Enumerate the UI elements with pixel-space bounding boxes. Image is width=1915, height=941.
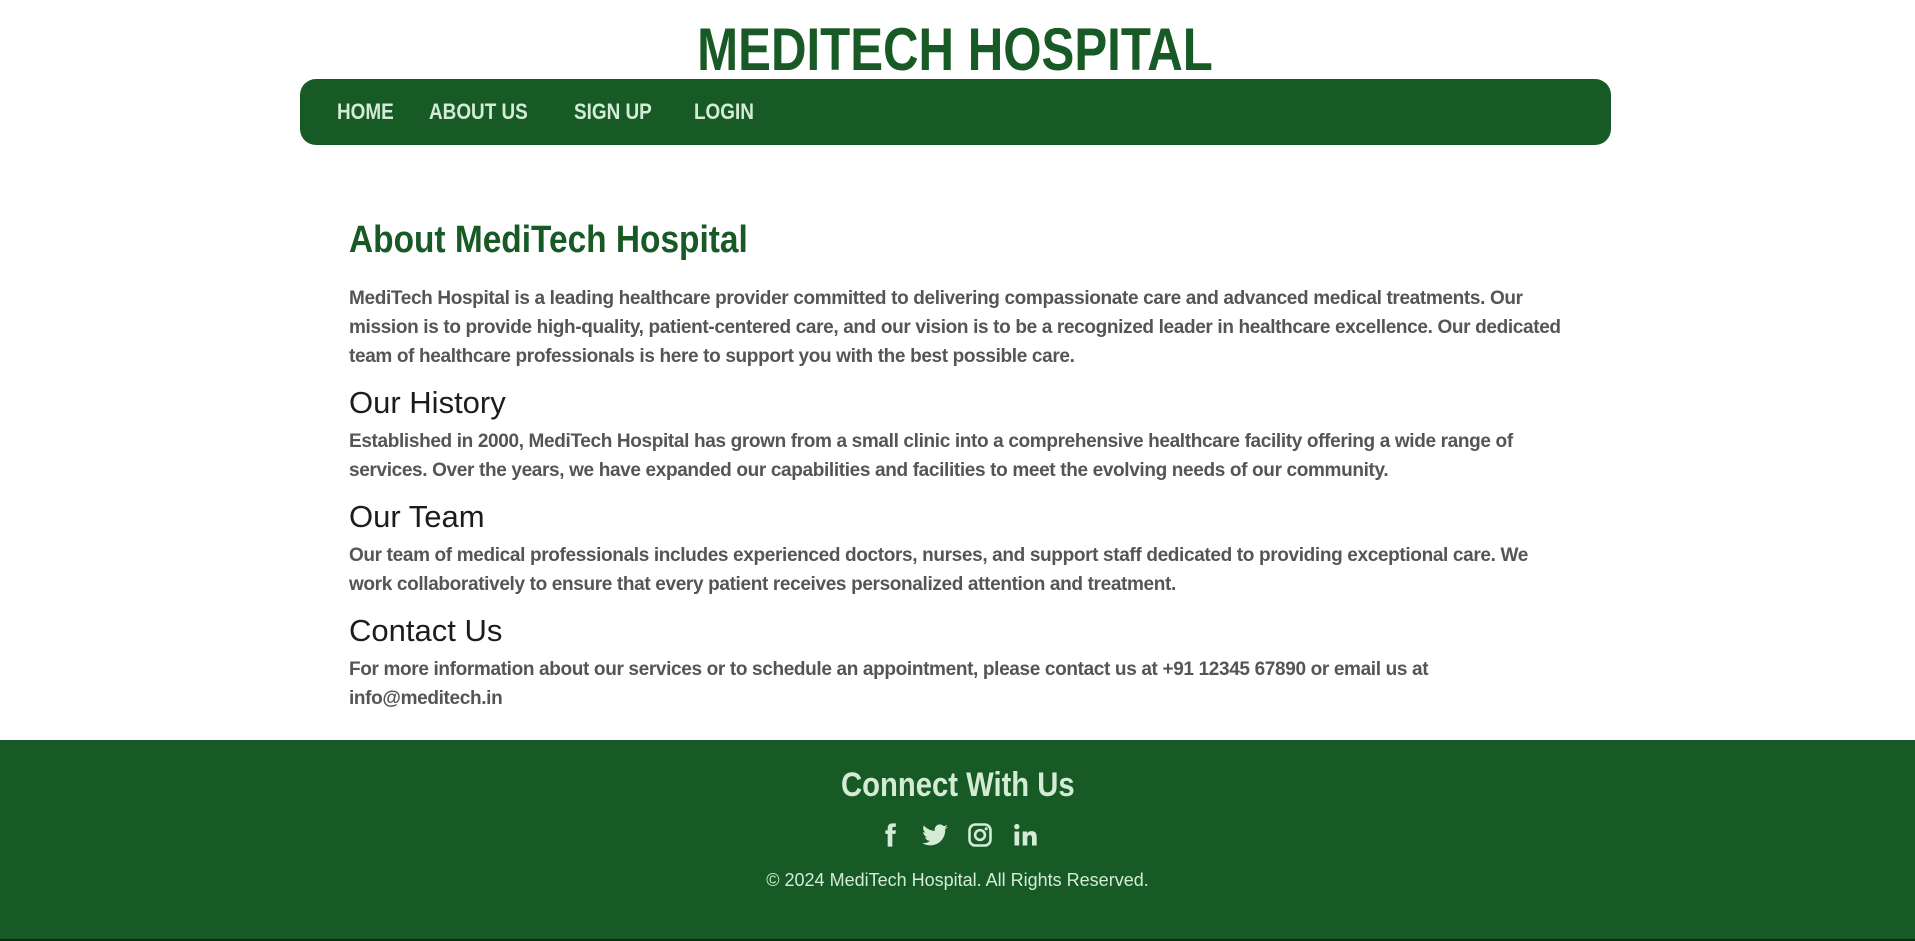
twitter-icon[interactable] [921, 821, 949, 849]
history-paragraph: Established in 2000, MediTech Hospital h… [349, 431, 1513, 481]
instagram-icon[interactable] [966, 821, 994, 849]
copyright-text: © 2024 MediTech Hospital. All Rights Res… [766, 870, 1149, 890]
site-title: MEDITECH HOSPITAL [697, 16, 1213, 83]
site-footer: Connect With Us © 2024 MediTech Hospital… [0, 740, 1915, 941]
nav-about-link[interactable]: ABOUT US [429, 99, 528, 125]
footer-title: Connect With Us [840, 766, 1075, 804]
about-content: About MediTech Hospital MediTech Hospita… [349, 210, 1569, 713]
nav-home-link[interactable]: HOME [337, 99, 394, 125]
history-heading: Our History [349, 385, 506, 420]
social-links [0, 821, 1915, 849]
linkedin-icon[interactable] [1011, 821, 1039, 849]
intro-paragraph: MediTech Hospital is a leading healthcar… [349, 288, 1561, 367]
nav-login-link[interactable]: LOGIN [694, 99, 754, 125]
team-heading: Our Team [349, 499, 485, 534]
main-navbar: HOME ABOUT US SIGN UP LOGIN [300, 79, 1611, 145]
facebook-icon[interactable] [876, 821, 904, 849]
contact-paragraph: For more information about our services … [349, 659, 1429, 709]
nav-signup-link[interactable]: SIGN UP [574, 99, 652, 125]
team-paragraph: Our team of medical professionals includ… [349, 545, 1528, 595]
page-title: About MediTech Hospital [349, 219, 748, 261]
contact-heading: Contact Us [349, 613, 503, 648]
